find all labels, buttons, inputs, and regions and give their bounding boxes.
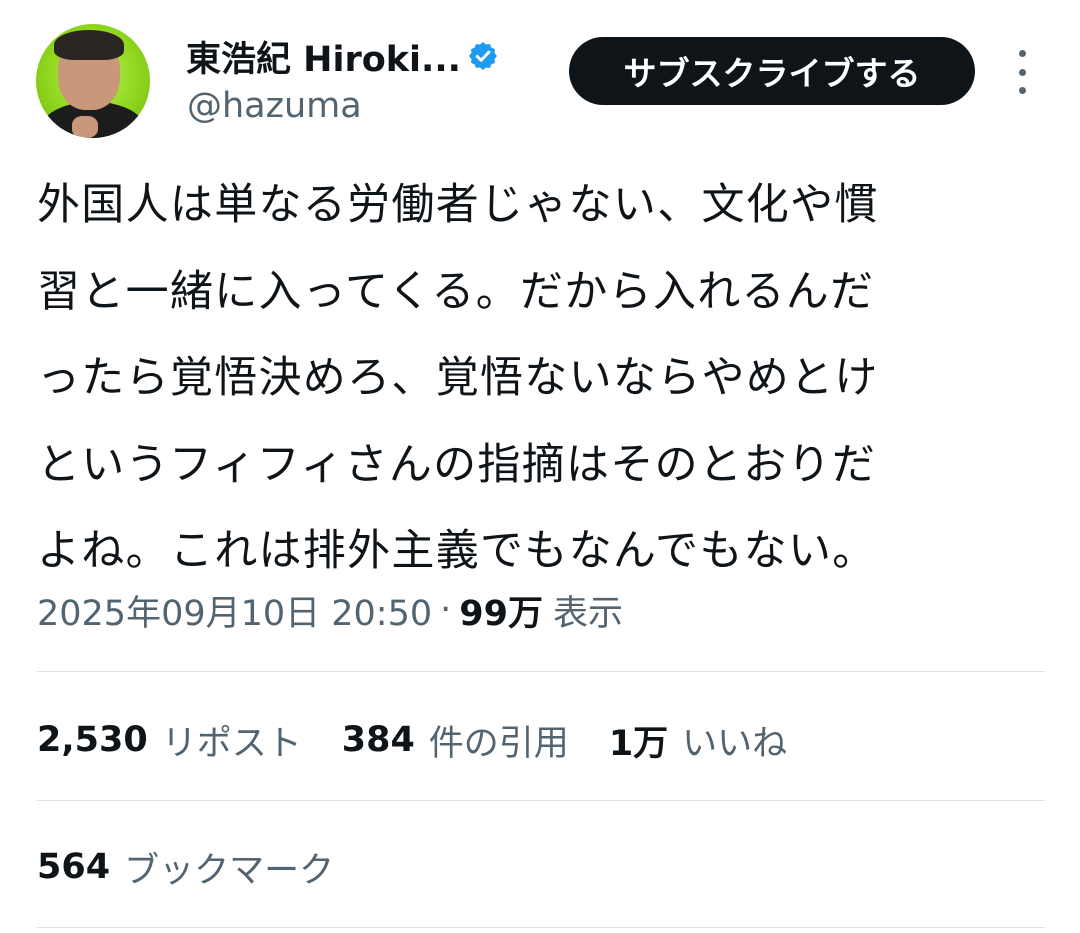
avatar-hair-shape — [54, 30, 124, 60]
avatar-hand-shape — [72, 116, 98, 138]
avatar[interactable] — [36, 24, 150, 138]
likes-label: いいね — [682, 723, 788, 764]
more-dot — [1018, 68, 1026, 76]
tweet-header: 東浩紀 Hiroki... @hazuma サブスクライブする — [0, 0, 1080, 160]
author-display-name[interactable]: 東浩紀 Hiroki... — [186, 31, 461, 82]
divider — [37, 927, 1045, 928]
tweet-text-line: 外国人は単なる労働者じゃない、文化や慣 — [37, 180, 879, 230]
engagement-stats: 2,530 リポスト 384 件の引用 1万 いいね — [37, 715, 827, 765]
tweet-text-line: ったら覚悟決めろ、覚悟ないならやめとけ — [37, 353, 879, 403]
tweet-text-line: というフィフィさんの指摘はそのとおりだ — [37, 439, 877, 490]
subscribe-button[interactable]: サブスクライブする — [569, 37, 975, 105]
bookmarks-stat[interactable]: 564 ブックマーク — [37, 842, 334, 892]
reposts-count: 2,530 — [37, 720, 148, 760]
tweet-timestamp[interactable]: 2025年09月10日 20:50 — [37, 585, 432, 636]
quotes-count: 384 — [341, 720, 415, 760]
divider — [37, 800, 1045, 801]
more-dot — [1018, 87, 1026, 94]
more-dot — [1018, 50, 1026, 57]
reposts-label: リポスト — [161, 723, 302, 764]
quotes-stat[interactable]: 384 件の引用 — [342, 715, 569, 766]
bookmarks-label: ブックマーク — [124, 850, 335, 891]
more-vertical-icon[interactable] — [1010, 50, 1034, 94]
tweet-meta: 2025年09月10日 20:50 · 99万 表示 — [37, 585, 623, 635]
meta-separator: · — [440, 590, 452, 630]
views-count: 99万 — [459, 593, 543, 634]
likes-stat[interactable]: 1万 いいね — [609, 715, 787, 766]
author-name-row[interactable]: 東浩紀 Hiroki... — [186, 32, 499, 80]
tweet-text: 外国人は単なる労働者じゃない、文化や慣 習と一緒に入ってくる。だから入れるんだ … — [37, 162, 1047, 595]
verified-badge-icon — [468, 42, 497, 70]
tweet-text-line: よね。これは排外主義でもなんでもない。 — [37, 526, 877, 576]
divider — [37, 671, 1045, 672]
tweet-text-line: 習と一緒に入ってくる。だから入れるんだ — [37, 266, 875, 317]
author-handle[interactable]: @hazuma — [187, 86, 362, 126]
quotes-label: 件の引用 — [428, 723, 569, 764]
reposts-stat[interactable]: 2,530 リポスト — [37, 715, 302, 766]
bookmarks-count: 564 — [37, 847, 111, 887]
likes-count: 1万 — [608, 723, 669, 764]
views-label: 表示 — [553, 593, 624, 634]
